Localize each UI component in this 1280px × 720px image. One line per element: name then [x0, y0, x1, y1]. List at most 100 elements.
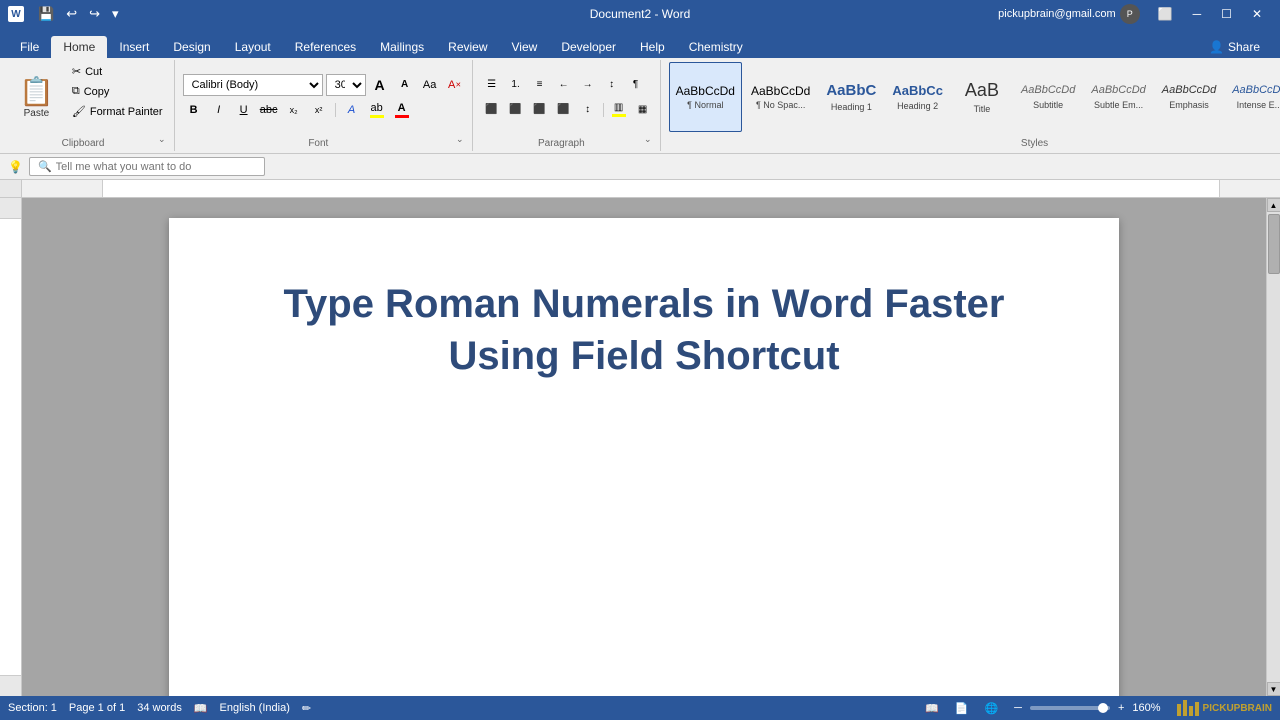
strikethrough-button[interactable]: abc — [258, 99, 280, 121]
style-emphasis[interactable]: AaBbCcDd Emphasis — [1155, 62, 1223, 132]
style-subtitle[interactable]: AaBbCcDd Subtitle — [1014, 62, 1082, 132]
clipboard-content: 📋 Paste ✂ Cut ⧉ Copy 🖌 Format Painter — [10, 62, 168, 132]
style-subtle-em[interactable]: AaBbCcDd Subtle Em... — [1084, 62, 1152, 132]
web-layout-button[interactable]: 🌐 — [980, 700, 1002, 717]
font-expand-button[interactable]: ⌄ — [454, 132, 466, 147]
shading-button[interactable]: ▥ — [608, 99, 630, 121]
clipboard-expand-button[interactable]: ⌄ — [156, 132, 168, 147]
style-no-space-label: ¶ No Spac... — [756, 100, 805, 110]
sort-button[interactable]: ↕ — [601, 74, 623, 96]
tab-insert[interactable]: Insert — [107, 36, 161, 58]
bold-button[interactable]: B — [183, 99, 205, 121]
ribbon: 📋 Paste ✂ Cut ⧉ Copy 🖌 Format Painter C — [0, 58, 1280, 154]
maximize-button[interactable]: ☐ — [1211, 0, 1242, 28]
align-center-button[interactable]: ⬛ — [505, 99, 527, 121]
text-effects-button[interactable]: A — [341, 99, 363, 121]
change-case-button[interactable]: Aa — [419, 74, 441, 96]
paste-button[interactable]: 📋 Paste — [10, 62, 63, 132]
tab-file[interactable]: File — [8, 36, 51, 58]
search-input[interactable] — [56, 161, 256, 173]
paragraph-expand-button[interactable]: ⌄ — [642, 132, 654, 147]
status-left: Section: 1 Page 1 of 1 34 words 📖 Englis… — [8, 702, 311, 715]
align-right-button[interactable]: ⬛ — [529, 99, 551, 121]
zoom-in-button[interactable]: + — [1114, 700, 1128, 716]
vertical-scrollbar[interactable]: ▲ ▼ — [1266, 198, 1280, 696]
zoom-slider[interactable] — [1030, 706, 1110, 710]
logo-bars — [1177, 700, 1199, 716]
style-subtle-em-label: Subtle Em... — [1094, 100, 1143, 110]
tab-chemistry[interactable]: Chemistry — [677, 36, 755, 58]
spell-check-icon[interactable]: 📖 — [194, 702, 208, 715]
share-button[interactable]: 👤 Share — [1197, 36, 1272, 58]
scrollbar-down-button[interactable]: ▼ — [1267, 682, 1280, 696]
tab-references[interactable]: References — [283, 36, 368, 58]
quick-access-toolbar: 💾 ↩ ↪ ▾ — [34, 4, 123, 24]
close-button[interactable]: ✕ — [1242, 0, 1272, 28]
redo-button[interactable]: ↪ — [85, 4, 104, 24]
font-content: Calibri (Body) 30 A A Aa A✕ B I U abc x₂ — [183, 62, 466, 132]
line-spacing-button[interactable]: ↕ — [577, 99, 599, 121]
style-no-space[interactable]: AaBbCcDd ¶ No Spac... — [744, 62, 817, 132]
tab-review[interactable]: Review — [436, 36, 499, 58]
justify-button[interactable]: ⬛ — [553, 99, 575, 121]
tab-design[interactable]: Design — [161, 36, 222, 58]
document-scroll-area[interactable]: Type Roman Numerals in Word Faster Using… — [22, 198, 1266, 696]
format-painter-button[interactable]: 🖌 Format Painter — [67, 102, 168, 121]
print-layout-button[interactable]: 📄 — [951, 700, 973, 717]
word-icon: W — [8, 6, 24, 22]
scrollbar-up-button[interactable]: ▲ — [1267, 198, 1280, 212]
paragraph-content: ☰ 1. ≡ ← → ↕ ¶ ⬛ ⬛ ⬛ ⬛ ↕ ▥ — [481, 62, 654, 132]
tab-developer[interactable]: Developer — [549, 36, 628, 58]
share-label: Share — [1228, 40, 1260, 54]
tab-view[interactable]: View — [500, 36, 550, 58]
style-normal[interactable]: AaBbCcDd ¶ Normal — [669, 62, 742, 132]
style-title[interactable]: AaB Title — [952, 62, 1012, 132]
numbering-button[interactable]: 1. — [505, 74, 527, 96]
copy-label: Copy — [84, 86, 110, 98]
style-no-space-preview: AaBbCcDd — [751, 84, 810, 98]
increase-indent-button[interactable]: → — [577, 74, 599, 96]
italic-button[interactable]: I — [208, 99, 230, 121]
show-paragraph-button[interactable]: ¶ — [625, 74, 647, 96]
minimize-button[interactable]: ─ — [1183, 0, 1212, 28]
quickaccess-more-button[interactable]: ▾ — [108, 4, 123, 24]
cut-button[interactable]: ✂ Cut — [67, 62, 168, 81]
align-left-button[interactable]: ⬛ — [481, 99, 503, 121]
scrollbar-thumb[interactable] — [1268, 214, 1280, 274]
ribbon-toggle-button[interactable]: ⬜ — [1148, 0, 1183, 28]
undo-button[interactable]: ↩ — [62, 4, 81, 24]
grow-font-button[interactable]: A — [369, 74, 391, 96]
copy-button[interactable]: ⧉ Copy — [67, 82, 168, 101]
search-box[interactable]: 🔍 — [29, 157, 265, 176]
bullets-button[interactable]: ☰ — [481, 74, 503, 96]
superscript-button[interactable]: x² — [308, 99, 330, 121]
clear-format-button[interactable]: A✕ — [444, 74, 466, 96]
font-color-button[interactable]: A — [391, 99, 413, 121]
zoom-slider-thumb — [1098, 703, 1108, 713]
zoom-out-button[interactable]: ─ — [1010, 700, 1026, 716]
tab-layout[interactable]: Layout — [223, 36, 283, 58]
styles-content: AaBbCcDd ¶ Normal AaBbCcDd ¶ No Spac... … — [669, 62, 1280, 132]
style-heading1[interactable]: AaBbC Heading 1 — [819, 62, 883, 132]
read-mode-button[interactable]: 📖 — [921, 700, 943, 717]
decrease-indent-button[interactable]: ← — [553, 74, 575, 96]
style-heading2[interactable]: AaBbCc Heading 2 — [885, 62, 950, 132]
ruler-area — [0, 180, 1280, 198]
title-bar-left: W 💾 ↩ ↪ ▾ — [8, 4, 123, 24]
save-button[interactable]: 💾 — [34, 4, 58, 24]
underline-button[interactable]: U — [233, 99, 255, 121]
font-name-select[interactable]: Calibri (Body) — [183, 74, 323, 96]
tab-home[interactable]: Home — [51, 36, 107, 58]
multilevel-list-button[interactable]: ≡ — [529, 74, 551, 96]
tab-help[interactable]: Help — [628, 36, 677, 58]
font-row2: B I U abc x₂ x² A ab A — [183, 99, 466, 121]
borders-button[interactable]: ▦ — [632, 99, 654, 121]
page-info: Page 1 of 1 — [69, 702, 125, 714]
shrink-font-button[interactable]: A — [394, 74, 416, 96]
font-size-select[interactable]: 30 — [326, 74, 366, 96]
highlight-color-button[interactable]: ab — [366, 99, 388, 121]
document-heading[interactable]: Type Roman Numerals in Word Faster Using… — [249, 278, 1039, 382]
style-intense-em[interactable]: AaBbCcDd Intense E... — [1225, 62, 1280, 132]
tab-mailings[interactable]: Mailings — [368, 36, 436, 58]
subscript-button[interactable]: x₂ — [283, 99, 305, 121]
